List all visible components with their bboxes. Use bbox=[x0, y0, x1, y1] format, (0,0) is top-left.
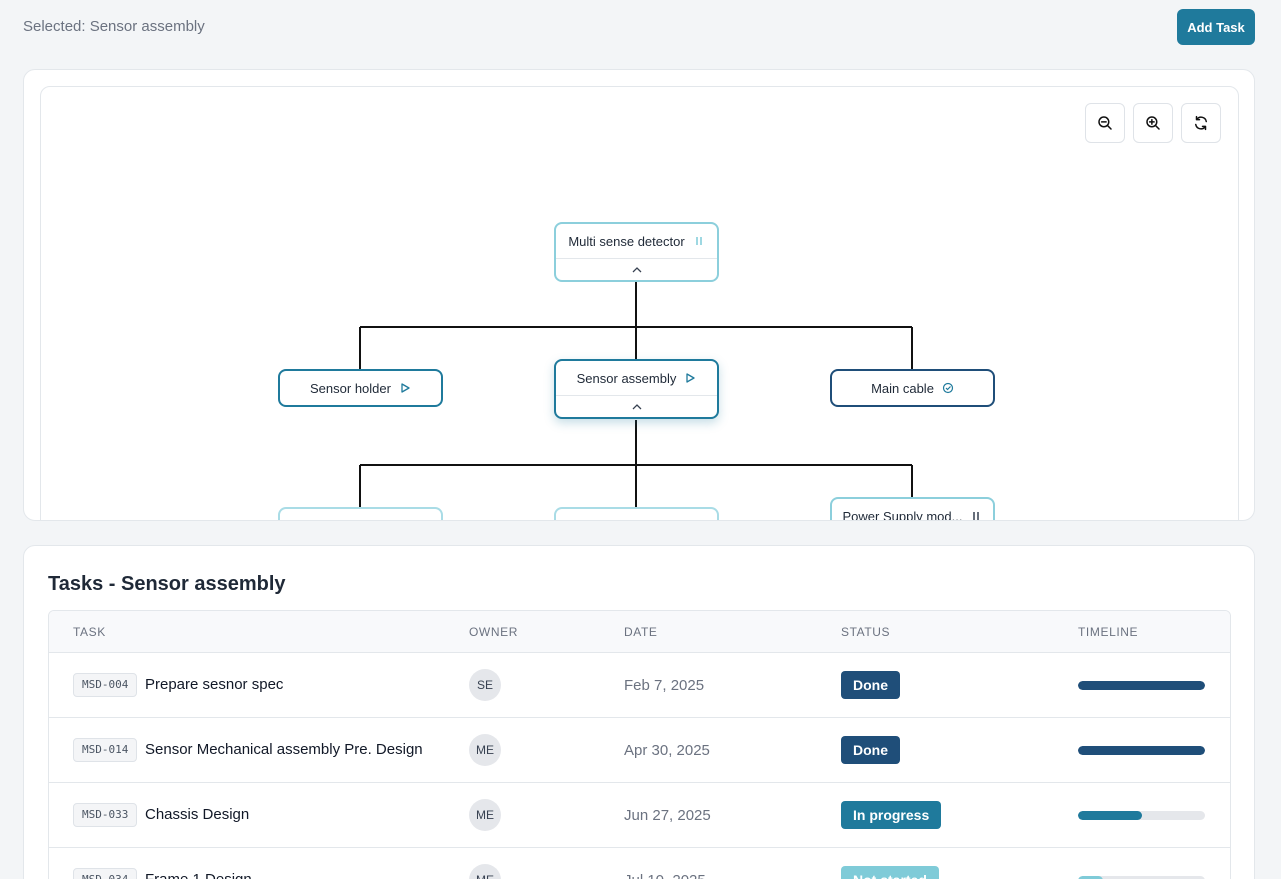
column-header-timeline[interactable]: TIMELINE bbox=[1078, 625, 1138, 639]
status-badge: Done bbox=[841, 736, 900, 764]
task-name[interactable]: Sensor Mechanical assembly Pre. Design bbox=[145, 741, 423, 758]
task-code: MSD-004 bbox=[73, 673, 138, 697]
node-label: Main cable bbox=[871, 380, 934, 396]
node-child-2[interactable] bbox=[554, 507, 719, 520]
node-label: Multi sense detector bbox=[568, 233, 685, 249]
check-circle-icon bbox=[942, 382, 954, 394]
column-header-owner[interactable]: OWNER bbox=[469, 625, 518, 639]
chevron-up-icon bbox=[632, 403, 641, 409]
timeline-bar bbox=[1078, 746, 1205, 755]
zoom-out-icon bbox=[1098, 116, 1112, 130]
tasks-title: Tasks - Sensor assembly bbox=[48, 573, 286, 595]
task-code: MSD-014 bbox=[73, 738, 138, 762]
node-label: Sensor holder bbox=[310, 380, 391, 396]
node-power-supply-module[interactable]: Power Supply mod... bbox=[830, 497, 995, 521]
tasks-table: TASK OWNER DATE STATUS TIMELINE MSD-004 P… bbox=[48, 610, 1231, 879]
task-date: Jun 27, 2025 bbox=[624, 807, 711, 824]
owner-avatar: ME bbox=[469, 864, 501, 879]
zoom-in-button[interactable] bbox=[1133, 103, 1173, 143]
owner-avatar: SE bbox=[469, 669, 501, 701]
task-code: MSD-034 bbox=[73, 868, 138, 879]
status-badge: Done bbox=[841, 671, 900, 699]
column-header-task[interactable]: TASK bbox=[73, 625, 106, 639]
node-main-cable[interactable]: Main cable bbox=[830, 369, 995, 407]
timeline-bar bbox=[1078, 811, 1205, 820]
tasks-card: Tasks - Sensor assembly TASK OWNER DATE … bbox=[23, 545, 1255, 879]
column-header-status[interactable]: STATUS bbox=[841, 625, 890, 639]
table-row[interactable]: MSD-014 Sensor Mechanical assembly Pre. D… bbox=[49, 718, 1230, 783]
timeline-fill bbox=[1078, 746, 1205, 755]
status-badge: In progress bbox=[841, 801, 942, 829]
table-row[interactable]: MSD-033 Chassis Design ME Jun 27, 2025 In pr… bbox=[49, 783, 1230, 848]
owner-avatar: ME bbox=[469, 734, 501, 766]
node-sensor-assembly[interactable]: Sensor assembly bbox=[554, 359, 719, 419]
owner-avatar: ME bbox=[469, 799, 501, 831]
zoom-out-button[interactable] bbox=[1085, 103, 1125, 143]
pause-icon bbox=[693, 235, 705, 247]
node-multi-sense-detector[interactable]: Multi sense detector bbox=[554, 222, 719, 282]
diagram-card: Multi sense detector Sensor holder Senso… bbox=[23, 69, 1255, 521]
column-header-date[interactable]: DATE bbox=[624, 625, 658, 639]
task-date: Apr 30, 2025 bbox=[624, 742, 710, 759]
refresh-icon bbox=[1195, 115, 1207, 131]
status-badge: Not started bbox=[841, 866, 939, 879]
task-name[interactable]: Prepare sesnor spec bbox=[145, 676, 283, 693]
table-row[interactable]: MSD-034 Frame 1 Design ME Jul 10, 2025 Not s… bbox=[49, 848, 1230, 879]
node-label: Power Supply mod... bbox=[842, 508, 963, 521]
task-date: Jul 10, 2025 bbox=[624, 872, 706, 879]
table-row[interactable]: MSD-004 Prepare sesnor spec SE Feb 7, 2025 D… bbox=[49, 653, 1230, 718]
chevron-up-icon bbox=[632, 266, 641, 272]
connector-lines bbox=[359, 282, 913, 507]
node-sensor-holder[interactable]: Sensor holder bbox=[278, 369, 443, 407]
play-icon bbox=[399, 382, 411, 394]
table-header: TASK OWNER DATE STATUS TIMELINE bbox=[49, 611, 1230, 653]
timeline-bar bbox=[1078, 681, 1205, 690]
node-child-1[interactable] bbox=[278, 507, 443, 520]
add-task-button[interactable]: Add Task bbox=[1177, 9, 1255, 45]
pause-icon bbox=[970, 510, 982, 520]
collapse-toggle[interactable] bbox=[556, 395, 717, 417]
refresh-button[interactable] bbox=[1181, 103, 1221, 143]
diagram-canvas[interactable]: Multi sense detector Sensor holder Senso… bbox=[40, 86, 1239, 521]
selected-node-label: Selected: Sensor assembly bbox=[23, 18, 205, 35]
task-name[interactable]: Chassis Design bbox=[145, 806, 249, 823]
collapse-toggle[interactable] bbox=[556, 258, 717, 280]
node-label: Sensor assembly bbox=[576, 370, 677, 386]
task-date: Feb 7, 2025 bbox=[624, 677, 705, 694]
task-name[interactable]: Frame 1 Design bbox=[145, 871, 252, 879]
top-bar: Selected: Sensor assembly Add Task bbox=[0, 0, 1281, 56]
zoom-in-icon bbox=[1146, 116, 1160, 130]
timeline-fill bbox=[1078, 811, 1142, 820]
play-icon bbox=[684, 372, 696, 384]
task-code: MSD-033 bbox=[73, 803, 138, 827]
timeline-fill bbox=[1078, 681, 1205, 690]
